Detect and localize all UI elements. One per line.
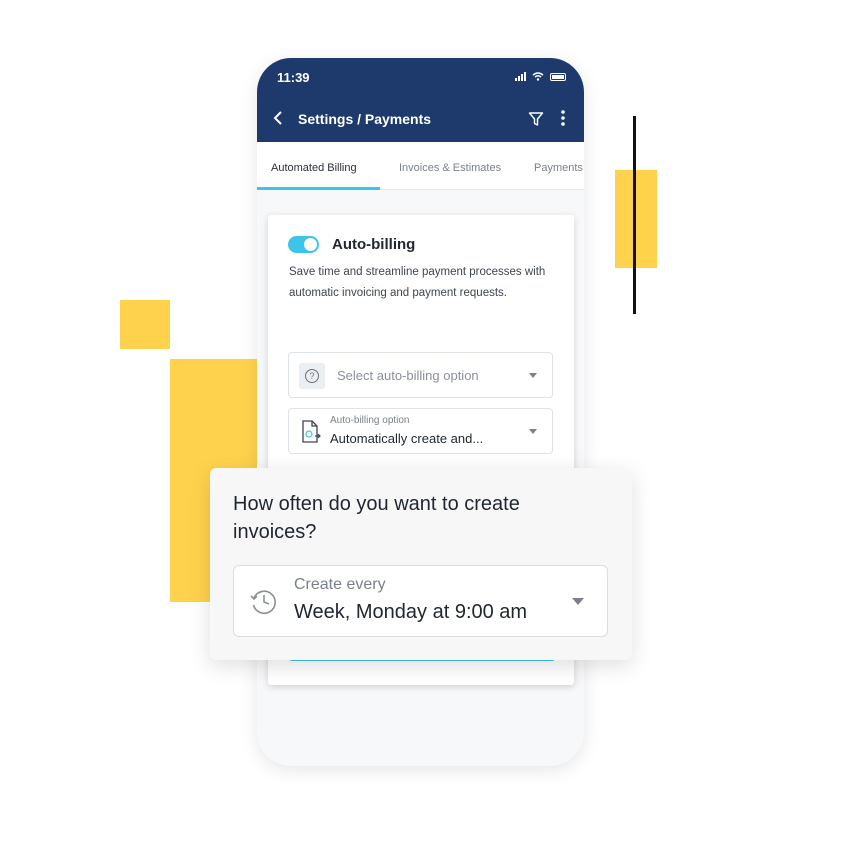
filter-icon[interactable] <box>528 111 544 127</box>
active-tab-indicator <box>257 187 380 190</box>
select-placeholder: Select auto-billing option <box>337 368 479 383</box>
page-title: Settings / Payments <box>298 111 432 127</box>
battery-icon <box>550 73 566 81</box>
dropdown-arrow-icon <box>529 429 537 434</box>
decor-yellow-square <box>120 300 170 349</box>
create-every-label: Create every <box>294 576 386 593</box>
tab-bar: Automated Billing Invoices & Estimates P… <box>257 142 584 190</box>
chevron-left-icon[interactable] <box>273 110 283 126</box>
decor-black-line <box>633 116 636 314</box>
dropdown-arrow-icon <box>572 598 584 605</box>
tab-automated-billing[interactable]: Automated Billing <box>271 162 357 174</box>
help-icon: ? <box>299 363 325 389</box>
status-time: 11:39 <box>277 70 310 85</box>
field-value: Automatically create and... <box>330 431 484 446</box>
clock-history-icon <box>250 590 276 614</box>
app-bar: 11:39 Settings / Payments <box>257 58 584 142</box>
card-title: Auto-billing <box>332 236 416 253</box>
tab-payments[interactable]: Payments <box>534 162 583 174</box>
wifi-icon <box>532 72 544 81</box>
frequency-popup: How often do you want to create invoices… <box>210 468 632 660</box>
status-icons <box>515 72 566 81</box>
tab-invoices-estimates[interactable]: Invoices & Estimates <box>399 162 501 174</box>
dropdown-arrow-icon <box>529 373 537 378</box>
card-description: Save time and streamline payment process… <box>289 266 546 299</box>
auto-billing-option-field[interactable]: Auto-billing option Automatically create… <box>288 408 553 454</box>
auto-billing-toggle[interactable] <box>288 236 319 253</box>
kebab-menu-icon[interactable] <box>561 110 565 126</box>
create-every-value: Week, Monday at 9:00 am <box>294 601 528 623</box>
signal-icon <box>515 72 526 81</box>
invoice-document-icon <box>302 420 321 443</box>
frequency-question: How often do you want to create invoices… <box>233 493 520 543</box>
auto-billing-option-select[interactable]: ? Select auto-billing option <box>288 352 553 398</box>
create-every-dropdown[interactable]: Create every Week, Monday at 9:00 am <box>233 565 608 637</box>
field-label: Auto-billing option <box>330 415 410 426</box>
decor-yellow-bar-right <box>615 170 657 268</box>
